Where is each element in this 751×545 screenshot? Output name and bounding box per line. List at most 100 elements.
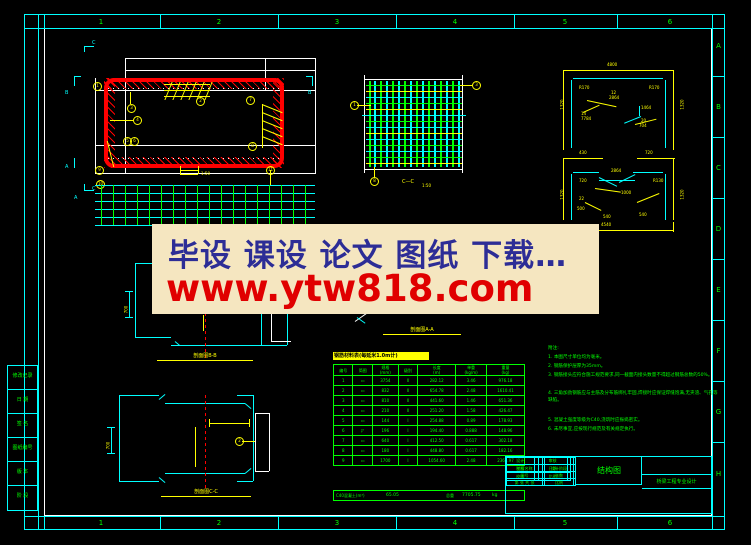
rebar-table-cell: 0.617 [455,435,487,446]
rebar-table-cell: 210 [371,405,399,416]
rebar-table-cell: 194.40 [417,425,457,436]
rebar-quantity-table-group: 钢筋材料表(每延米1.0m计) 编号 简图 规格 (mm) 级别 长度 (m) 单重 (kg/m… [332,352,526,512]
rebar-table-cell: 182.16 [485,445,526,456]
rebar-table-cell: ▭ [352,395,373,406]
dim-185: 1464 [641,105,652,110]
rebar-table-cell: 2 [332,385,354,396]
rebar-table-cell: 3 [332,395,354,406]
rebar-table-row: 4 ▭ 210 Ⅱ 251.20 1.58 426.47 [332,405,526,416]
rebar-table-cell: 1610.41 [485,385,526,396]
zone-tick [278,516,279,530]
rebar-table-cell: 8 [332,445,354,456]
view-plan-rebar: 1 3 4 5 6 2 7 8 9 10 11 1:50 C C B B A A [60,40,330,205]
rebar-table-cell: ▭ [352,445,373,456]
rebar-table-cell: 144 [371,415,399,426]
rebar-table-cell: 0.888 [455,425,487,436]
rebar-table-row: 2 ▭ 832 Ⅱ 654.78 2.48 1610.41 [332,385,526,396]
zone-label-bottom-1: 1 [98,519,104,527]
note-2: 2. 钢筋保护层厚为35mm。 [548,364,606,369]
rebar-col-header: 规格 (mm) [371,364,399,376]
note-6: 6. 未尽事宜,应按现行规范及有关规定执行。 [548,427,638,432]
footer-total-label: 总重 [446,493,454,498]
footer-total-value: 7705.75 [462,493,481,498]
rebar-table-cell: 2.48 [455,455,487,466]
section-mark-a-bottom: A [74,195,78,201]
rebar-table-row: 9 ▭ 1700 Ⅰ 1054.60 2.48 2368.97 [332,455,526,466]
rebar-table-cell: 302.18 [485,435,526,446]
zone-tick [160,14,161,28]
zone-label-right-a: A [716,42,721,50]
title-block-grid: 工程名称 设计阶段 图号 张数第 张 共 张比例 [505,457,576,486]
zone-tick [44,14,45,28]
balloon-mesh-3: 3 [472,81,481,90]
zone-label-bottom-2: 2 [216,519,222,527]
dim-540b: 540 [639,212,647,217]
rebar-table-cell: 412.50 [417,435,457,446]
notes-title: 附注: [548,346,559,351]
section-aa-label-group: 剖面图A-A [354,306,475,337]
balloon-1: 1 [93,82,102,91]
rebar-table-cell: ▭ [352,435,373,446]
section-cc-caption: 剖面图C-C [161,489,251,497]
zone-label-bottom-4: 4 [452,519,458,527]
main-title-text: 结构图 [597,466,621,475]
zone-divider-top [24,28,725,29]
zone-tick [617,14,618,28]
mesh-scale: 1:50 [422,183,431,188]
dim-r170-right: R170 [649,85,660,90]
balloon-4: 4 [133,116,142,125]
zone-label-top-6: 6 [667,18,673,26]
dim-720: 720 [645,150,653,155]
rebar-table-row: 8 ▭ 180 Ⅰ 448.80 0.617 182.16 [332,445,526,456]
rebar-table-cell: 1700 [371,455,399,466]
main-title-cell: 结构图 [576,457,642,485]
zone-label-top-3: 3 [334,18,340,26]
rebar-table-cell: Ⅱ [397,375,419,386]
rebar-col-header: 级别 [397,364,419,376]
dim-1320-l2: 1320 [559,189,565,200]
rebar-table-cell: 1.58 [455,405,487,416]
rebar-table-cell: Ⅱ [397,405,419,416]
note-3: 3. 钢筋接头应符合施工规范要求,同一截面内接头数量不得超过钢筋总数的50%。 [548,373,713,378]
rebar-table-cell: 832 [371,385,399,396]
mesh-caption: C—C [402,179,414,185]
rebar-table-cell: Ⅰ [397,415,419,426]
watermark-line-2: www.ytw818.com [166,267,534,310]
watermark-overlay: 毕设 课设 论文 图纸 下载… www.ytw818.com [152,224,599,314]
rebar-table-footer: C40混凝土(m³) 65.05 总重 7705.75 kg [333,490,525,501]
rebar-table-cell: 810 [371,395,399,406]
title-block-cell [543,457,575,465]
title-block-cell: 张数 [543,471,575,479]
note-5: 5. 混凝土强度等级为C40,浇筑时应振捣密实。 [548,418,643,423]
rebar-col-header: 编号 [332,364,354,376]
view-section-cc: 700 2 剖面图C-C [95,385,315,500]
rebar-table-cell: 640 [371,435,399,446]
rebar-table-cell: 6 [332,425,354,436]
rebar-table-cell: 9 [332,455,354,466]
rebar-table-cell: ◸ [352,425,373,436]
section-mark-b-right: B [308,90,312,96]
zone-tick [160,516,161,530]
zone-tick [44,516,45,530]
zone-label-right-h: H [715,470,722,478]
zone-label-bottom-3: 3 [334,519,340,527]
dim-4540: 4540 [601,222,612,227]
rebar-table-cell: Ⅱ [397,395,419,406]
footer-concrete-value: 65.05 [386,493,399,498]
rebar-table-cell: 251.20 [417,405,457,416]
rebar-table-cell: 426.47 [485,405,526,416]
title-block-row [505,457,576,465]
rebar-table-cell: 1054.60 [417,455,457,466]
zone-label-top-2: 2 [216,18,222,26]
dim-r170-left: R170 [579,85,590,90]
left-block-item-3: 图纸编号 [12,445,33,451]
zone-tick [712,259,725,260]
rebar-table-cell: 441.60 [417,395,457,406]
zone-tick [712,320,725,321]
rebar-table-cell: 3754 [371,375,399,386]
note-4: 4. 三角加劲钢筋应与主筋及分布筋绑扎牢固,焊接时应保证焊缝饱满,无夹渣、气孔等… [548,391,718,403]
dim-700-cc: 700 [105,441,111,450]
dim-1320-r2: 1320 [679,189,685,200]
rebar-table-cell: 3.46 [455,375,487,386]
rebar-table-cell: 4 [332,405,354,416]
